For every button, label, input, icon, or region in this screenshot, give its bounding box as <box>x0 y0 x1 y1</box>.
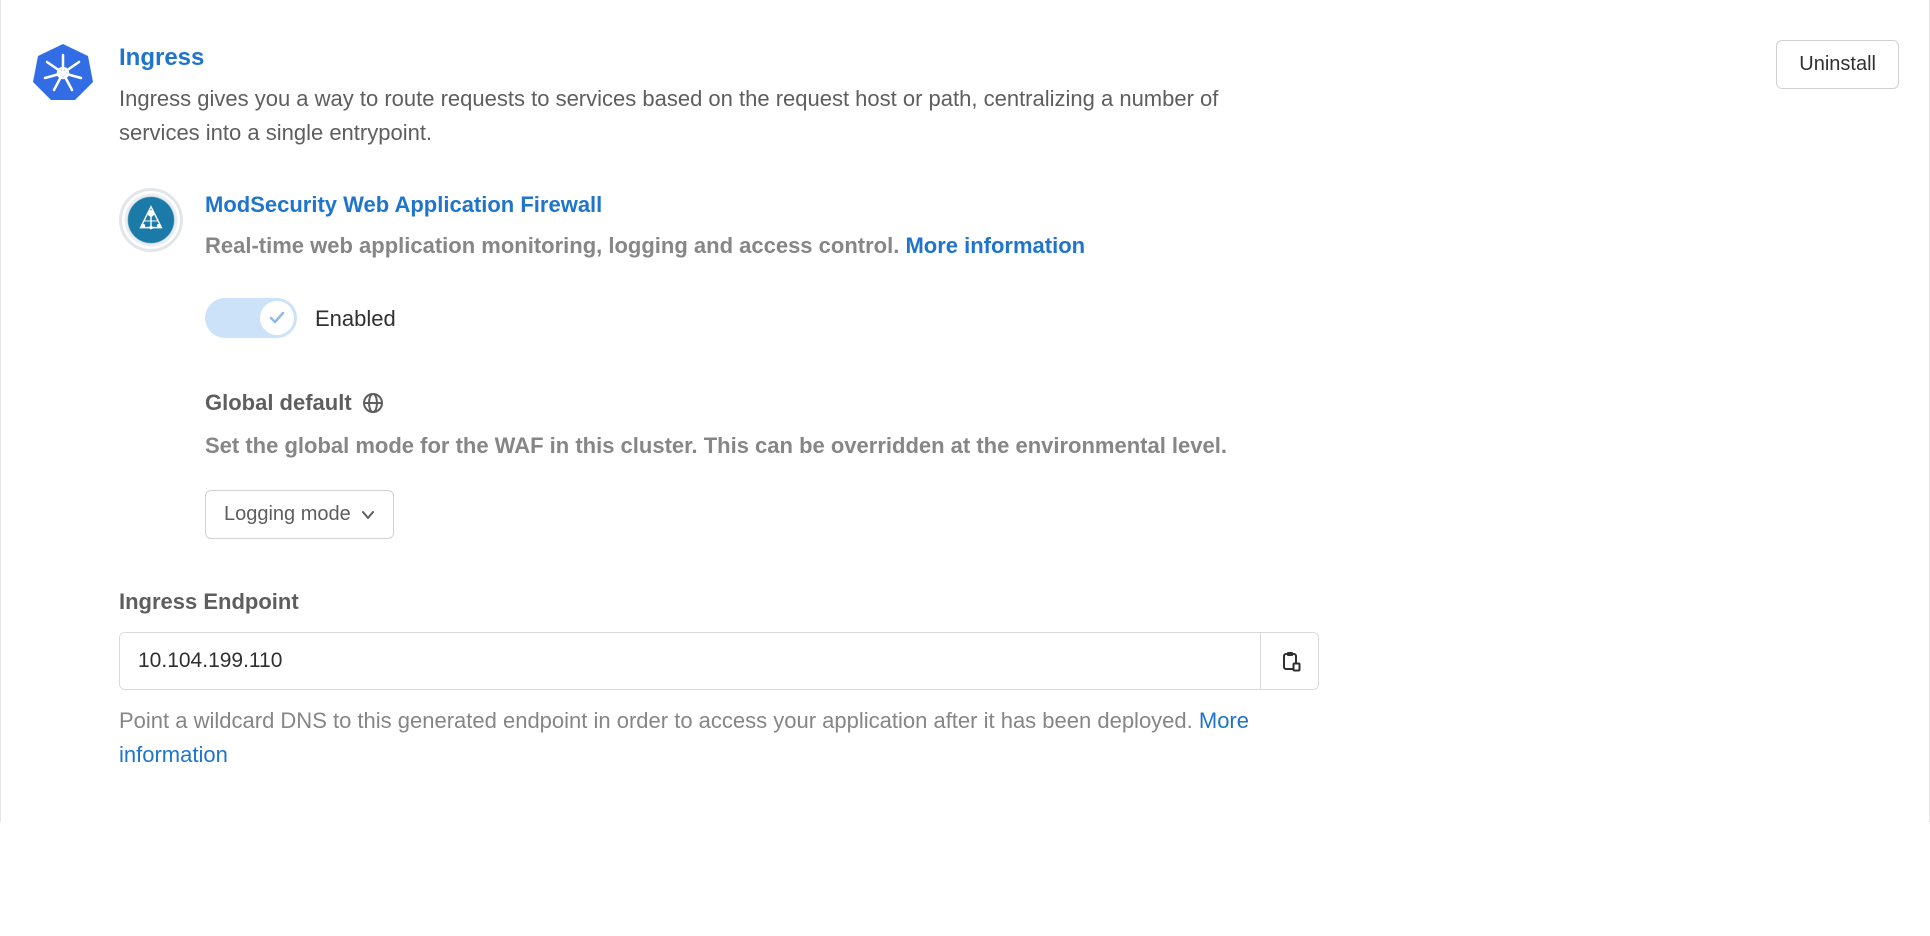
modsecurity-toggle-label: Enabled <box>315 302 396 335</box>
copy-endpoint-button[interactable] <box>1260 633 1318 689</box>
modsecurity-more-info-link[interactable]: More information <box>905 233 1085 258</box>
ingress-title-link[interactable]: Ingress <box>119 40 204 76</box>
ingress-endpoint-help: Point a wildcard DNS to this generated e… <box>119 704 1319 772</box>
ingress-endpoint-input[interactable] <box>120 633 1260 689</box>
global-default-row: Global default <box>205 386 1752 419</box>
modsecurity-description-text: Real-time web application monitoring, lo… <box>205 233 905 258</box>
uninstall-button[interactable]: Uninstall <box>1776 40 1899 89</box>
ingress-endpoint-input-row <box>119 632 1319 690</box>
global-default-label: Global default <box>205 386 352 419</box>
ingress-panel: Ingress Ingress gives you a way to route… <box>0 0 1930 822</box>
modsecurity-description: Real-time web application monitoring, lo… <box>205 229 1752 262</box>
modsecurity-icon <box>119 188 183 252</box>
kubernetes-icon <box>31 40 95 112</box>
ingress-main-column: Ingress Ingress gives you a way to route… <box>119 40 1752 772</box>
ingress-endpoint-label: Ingress Endpoint <box>119 585 1752 618</box>
modsecurity-column: ModSecurity Web Application Firewall Rea… <box>205 188 1752 539</box>
waf-mode-selected: Logging mode <box>224 503 351 526</box>
ingress-endpoint-section: Ingress Endpoint Point a wildcard DNS to… <box>119 585 1752 772</box>
ingress-header-row: Ingress Ingress gives you a way to route… <box>31 40 1899 772</box>
chevron-down-icon <box>361 508 375 522</box>
modsecurity-enabled-toggle[interactable] <box>205 298 297 338</box>
modsecurity-title-link[interactable]: ModSecurity Web Application Firewall <box>205 188 602 221</box>
modsecurity-toggle-row: Enabled <box>205 298 1752 338</box>
global-default-description: Set the global mode for the WAF in this … <box>205 429 1752 462</box>
ingress-endpoint-help-text: Point a wildcard DNS to this generated e… <box>119 708 1199 733</box>
toggle-knob <box>260 301 294 335</box>
ingress-description: Ingress gives you a way to route request… <box>119 82 1249 150</box>
globe-icon <box>362 392 384 414</box>
waf-mode-dropdown[interactable]: Logging mode <box>205 490 394 539</box>
clipboard-icon <box>1279 650 1301 672</box>
check-icon <box>267 308 287 328</box>
modsecurity-section: ModSecurity Web Application Firewall Rea… <box>119 188 1752 539</box>
